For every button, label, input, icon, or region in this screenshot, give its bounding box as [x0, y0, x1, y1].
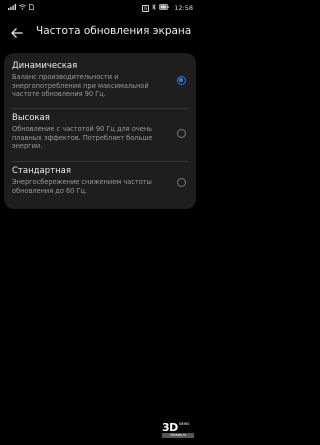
- option-description: Баланс производительности и энергопотреб…: [12, 73, 149, 98]
- option-high[interactable]: Высокая Обновление с частотой 90 Гц для …: [12, 113, 188, 151]
- refresh-rate-card: Динамическая Баланс производительности и…: [4, 53, 196, 209]
- option-title: Стандартная: [12, 166, 71, 176]
- option-title: Динамическая: [12, 61, 78, 71]
- status-time: 12:58: [174, 4, 193, 12]
- wifi-icon: [19, 4, 26, 12]
- watermark-bar: 3dnews.ru: [162, 433, 194, 438]
- divider: [12, 161, 188, 162]
- signal-icon: [8, 4, 16, 12]
- status-left: [8, 4, 34, 12]
- nfc-icon: N: [142, 4, 150, 12]
- watermark-logo: 3D NEWS 3dnews.ru: [162, 421, 194, 439]
- option-title: Высокая: [12, 113, 50, 123]
- bluetooth-icon: [152, 3, 156, 12]
- divider: [12, 108, 188, 109]
- sim-icon: [29, 4, 34, 12]
- option-dynamic[interactable]: Динамическая Баланс производительности и…: [12, 61, 188, 99]
- watermark-small: NEWS: [179, 422, 190, 426]
- radio-dynamic[interactable]: [177, 76, 186, 85]
- back-arrow-icon[interactable]: [10, 25, 24, 39]
- app-bar: Частота обновления экрана: [0, 20, 200, 44]
- page-title: Частота обновления экрана: [36, 25, 192, 37]
- option-description: Энергосбережение снижением частоты обнов…: [12, 178, 152, 195]
- status-right: N 12:58: [142, 3, 193, 12]
- radio-high[interactable]: [177, 129, 186, 138]
- battery-icon: [159, 4, 169, 12]
- status-bar: N 12:58: [0, 0, 200, 16]
- option-standard[interactable]: Стандартная Энергосбережение снижением ч…: [12, 166, 188, 195]
- radio-standard[interactable]: [177, 178, 186, 187]
- option-description: Обновление с частотой 90 Гц для очень пл…: [12, 125, 153, 150]
